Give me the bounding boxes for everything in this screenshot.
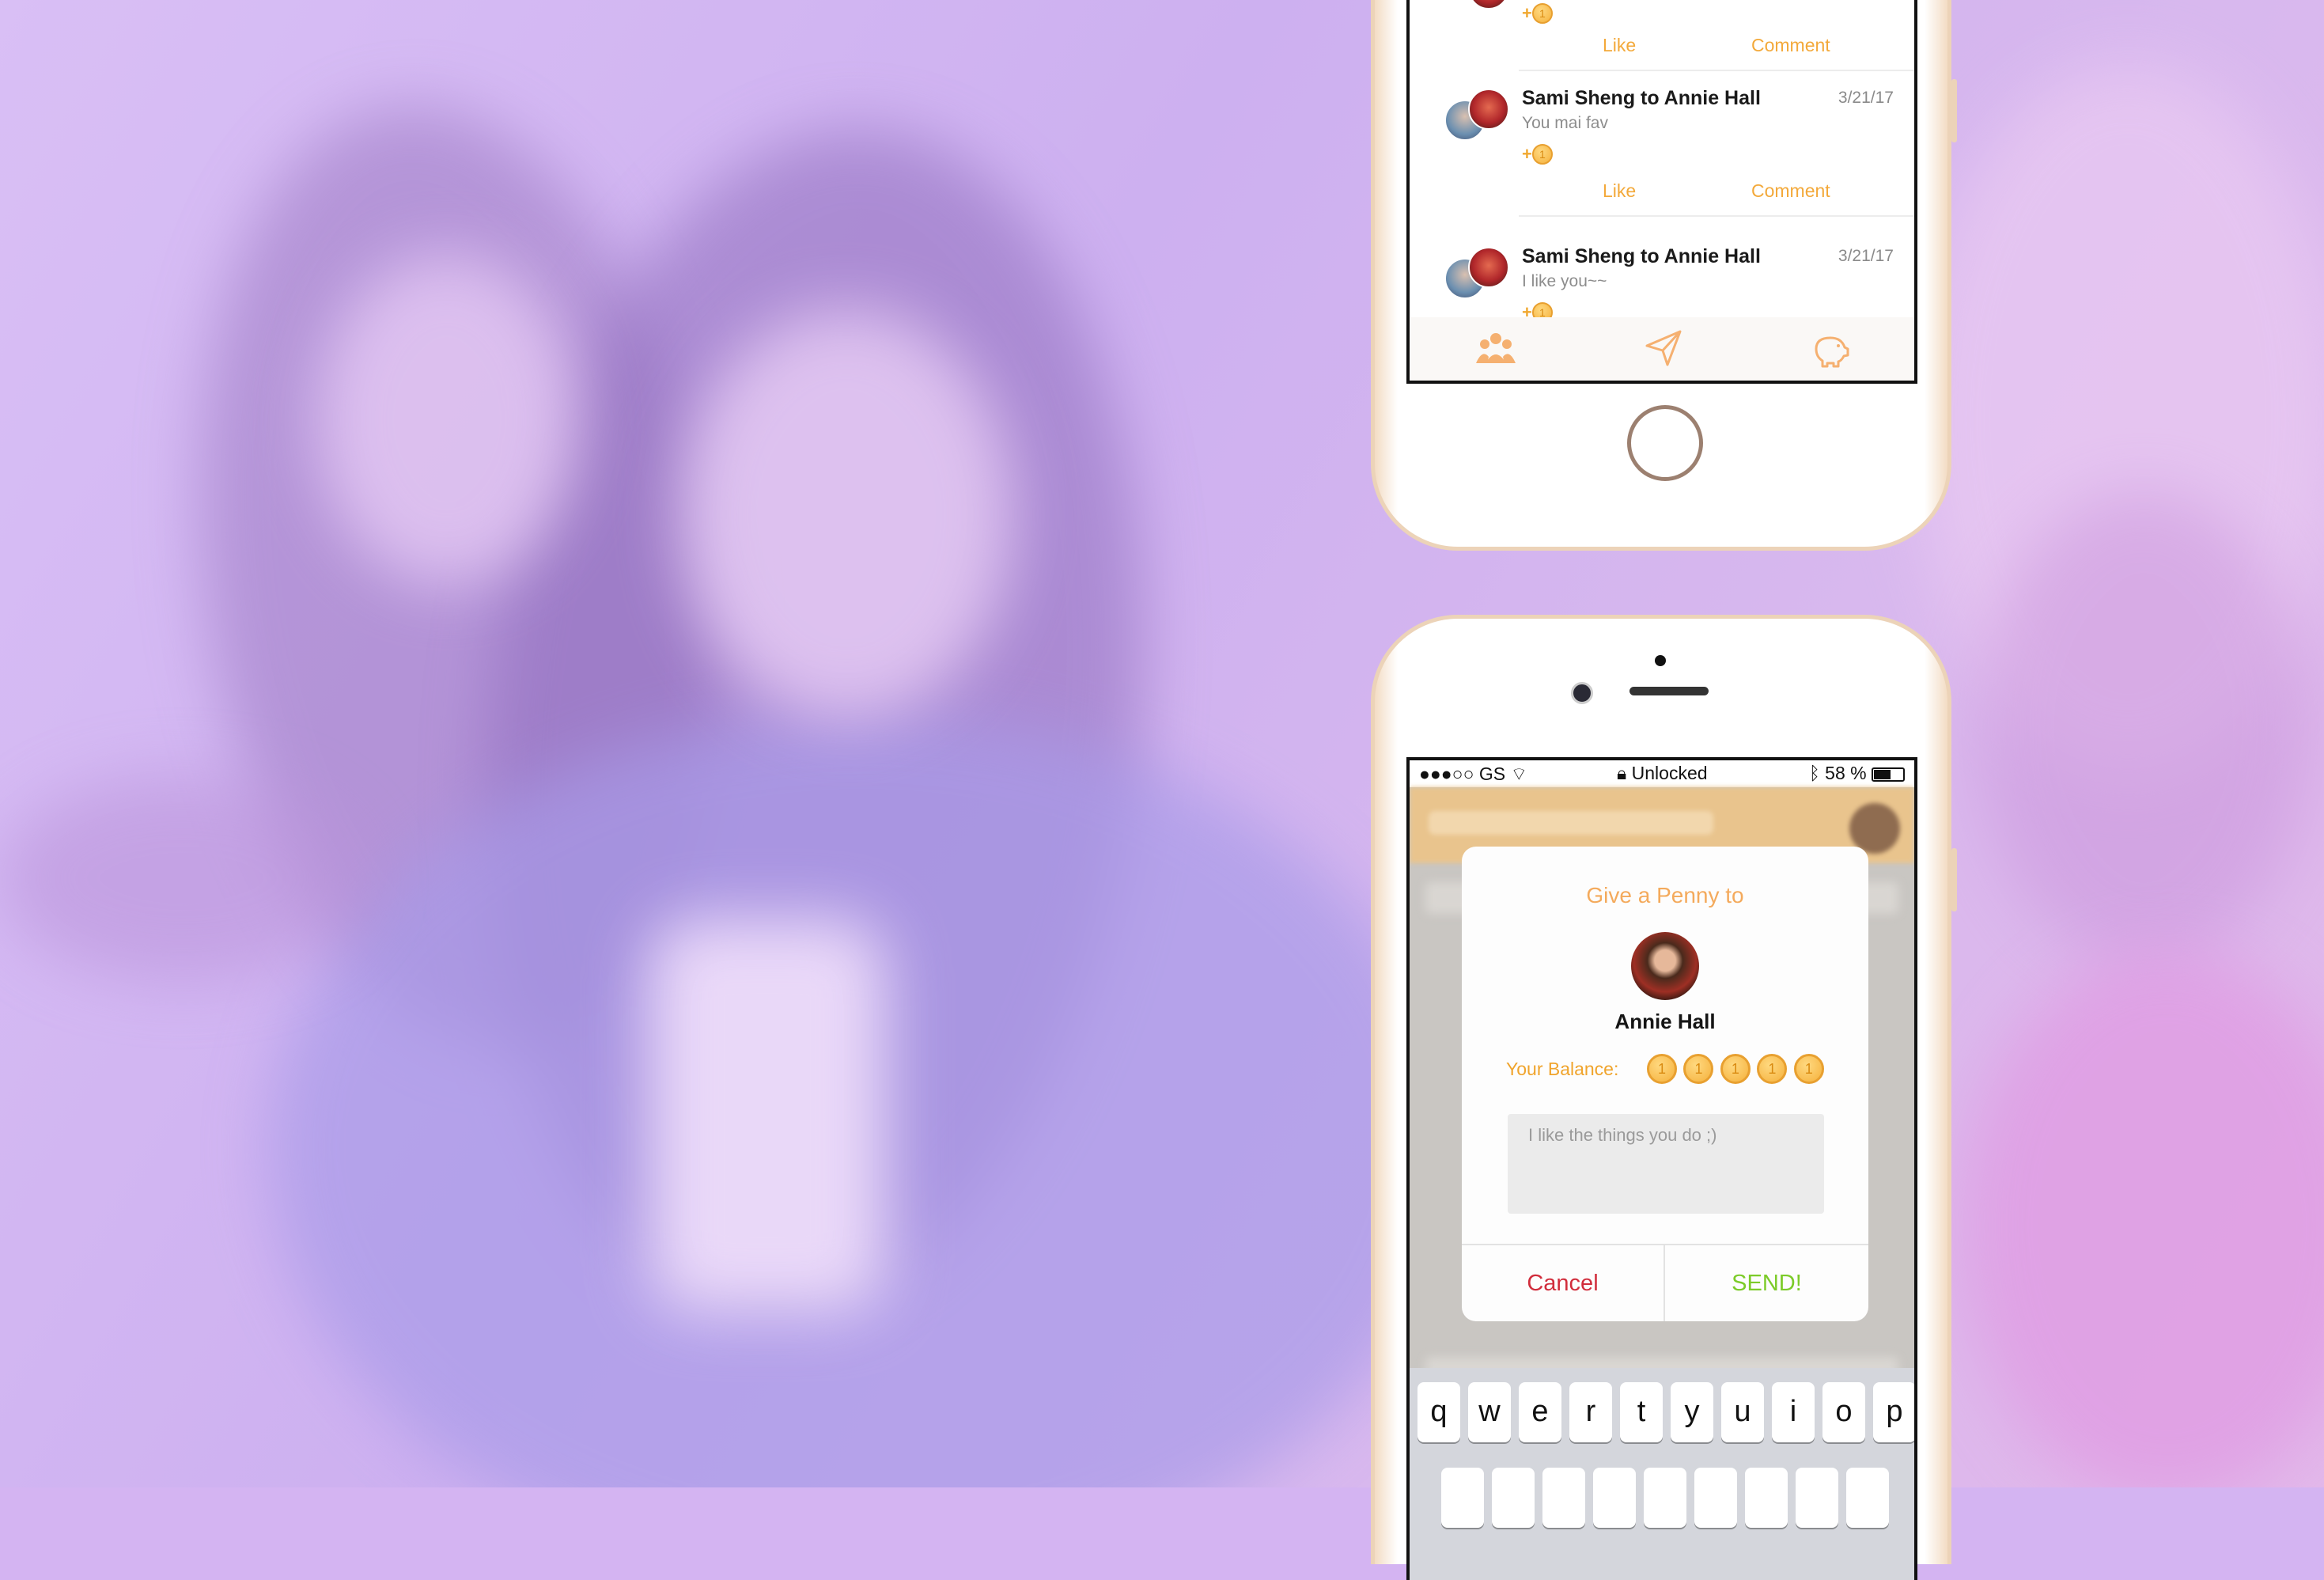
keyboard: q w e r t y u i o p: [1410, 1368, 1914, 1580]
key-r[interactable]: r: [1569, 1382, 1612, 1442]
message-input[interactable]: I like the things you do ;): [1508, 1114, 1824, 1214]
key-o[interactable]: o: [1822, 1382, 1865, 1442]
give-penny-dialog: Give a Penny to Annie Hall Your Balance:…: [1462, 847, 1868, 1321]
coin-icon: 1: [1720, 1054, 1751, 1084]
home-button[interactable]: [1627, 405, 1703, 481]
phone-top: +1 Like Comment Sami Sheng to Annie Hall…: [1371, 0, 1957, 551]
list-item[interactable]: Sami Sheng to Annie Hall 3/21/17 You mai…: [1410, 81, 1914, 207]
entry-date: 3/21/17: [1838, 89, 1894, 107]
entry-message: I like you~~: [1522, 272, 1607, 290]
coin-icon: 1: [1531, 3, 1553, 24]
lock-icon: 🔒︎: [1617, 763, 1627, 783]
tab-bar: [1410, 317, 1914, 381]
coin-icon: 1: [1531, 144, 1553, 165]
earpiece-speaker: [1629, 687, 1709, 695]
battery-icon: [1872, 767, 1905, 782]
avatar-group: [1444, 89, 1516, 147]
avatar: [1468, 247, 1509, 288]
comment-button[interactable]: Comment: [1751, 35, 1830, 56]
coin-icon: 1: [1757, 1054, 1788, 1084]
divider: [1519, 70, 1914, 71]
cancel-button[interactable]: Cancel: [1462, 1245, 1665, 1321]
proximity-sensor: [1655, 655, 1666, 666]
avatar-group: [1444, 0, 1516, 27]
entry-date: 3/21/17: [1838, 247, 1894, 265]
front-camera: [1571, 682, 1593, 704]
key-w[interactable]: w: [1468, 1382, 1511, 1442]
coin-reward: +1: [1522, 3, 1553, 24]
coin-icon: 1: [1683, 1054, 1714, 1084]
people-icon[interactable]: [1476, 328, 1516, 368]
avatar: [1468, 0, 1509, 9]
carrier-signal: ●●●○○ GS ⌔: [1419, 763, 1528, 784]
send-button[interactable]: SEND!: [1665, 1245, 1868, 1321]
send-icon[interactable]: [1644, 328, 1683, 368]
piggy-bank-icon[interactable]: [1810, 328, 1849, 368]
coin-icon: 1: [1647, 1054, 1677, 1084]
coin-icon: 1: [1793, 1054, 1824, 1084]
avatar-group: [1444, 247, 1516, 305]
key-y[interactable]: y: [1671, 1382, 1713, 1442]
comment-button[interactable]: Comment: [1751, 180, 1830, 202]
avatar: [1631, 932, 1699, 1000]
entry-title: Sami Sheng to Annie Hall: [1522, 245, 1761, 267]
coin-reward: +1: [1522, 144, 1553, 165]
balance-label: Your Balance:: [1506, 1059, 1619, 1079]
dialog-buttons: Cancel SEND!: [1462, 1244, 1868, 1321]
key-u[interactable]: u: [1721, 1382, 1764, 1442]
bluetooth-icon: ᛒ: [1808, 763, 1820, 783]
key-t[interactable]: t: [1620, 1382, 1663, 1442]
like-button[interactable]: Like: [1603, 180, 1636, 202]
power-button: [1951, 848, 1957, 911]
feed-list: +1 Like Comment Sami Sheng to Annie Hall…: [1410, 0, 1914, 323]
recipient-name: Annie Hall: [1614, 1010, 1716, 1033]
battery-status: ᛒ 58 %: [1809, 763, 1905, 784]
key-i[interactable]: i: [1772, 1382, 1815, 1442]
phone-bottom: ●●●○○ GS ⌔ 🔒︎ Unlocked ᛒ 58 % Give a Pen…: [1371, 615, 1957, 1580]
lock-status: 🔒︎ Unlocked: [1617, 763, 1708, 783]
status-bar: ●●●○○ GS ⌔ 🔒︎ Unlocked ᛒ 58 %: [1410, 760, 1914, 787]
volume-button: [1951, 79, 1957, 142]
give-penny-screen: ●●●○○ GS ⌔ 🔒︎ Unlocked ᛒ 58 % Give a Pen…: [1406, 757, 1917, 1580]
entry-message: You mai fav: [1522, 114, 1608, 132]
key-e[interactable]: e: [1519, 1382, 1561, 1442]
blurred-photo-background: [0, 0, 2324, 1487]
feed-screen: +1 Like Comment Sami Sheng to Annie Hall…: [1406, 0, 1917, 384]
wifi-icon: ⌔: [1510, 763, 1528, 784]
key-p[interactable]: p: [1873, 1382, 1914, 1442]
balance-coins: 1 1 1 1 1: [1647, 1054, 1827, 1084]
entry-title: Sami Sheng to Annie Hall: [1522, 87, 1761, 109]
like-button[interactable]: Like: [1603, 35, 1636, 56]
dialog-title: Give a Penny to: [1586, 883, 1744, 907]
avatar: [1468, 89, 1509, 130]
key-q[interactable]: q: [1417, 1382, 1460, 1442]
divider: [1519, 215, 1914, 217]
